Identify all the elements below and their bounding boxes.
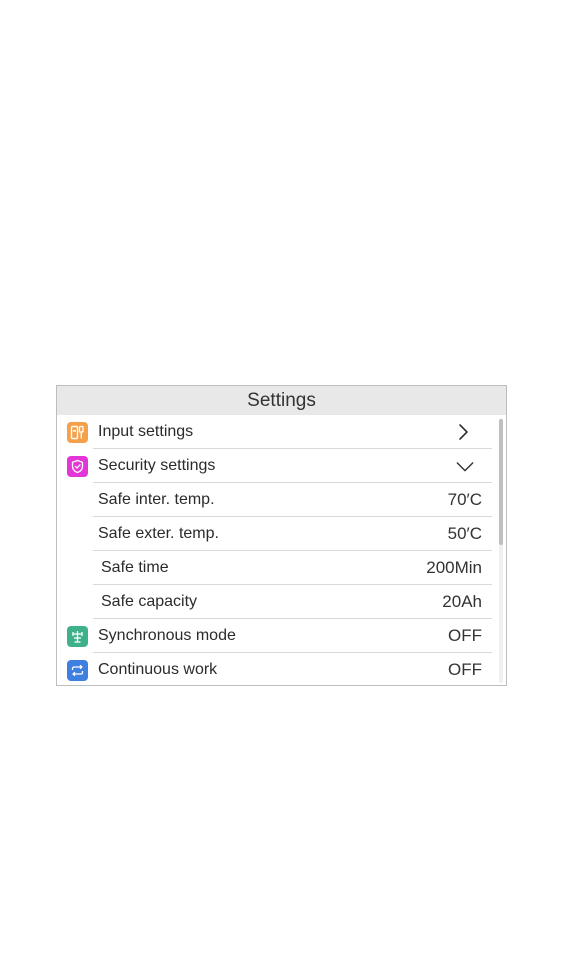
row-safe-exter-temp[interactable]: Safe exter. temp. 50′C (57, 517, 506, 551)
row-value: OFF (448, 626, 482, 645)
row-synchronous-mode[interactable]: Synchronous mode OFF (57, 619, 506, 653)
row-label: Input settings (98, 423, 194, 440)
chevron-right-icon (459, 424, 468, 440)
input-settings-icon (67, 422, 88, 443)
row-security-settings[interactable]: Security settings (57, 449, 506, 483)
row-label: Safe inter. temp. (98, 491, 215, 508)
repeat-icon (67, 660, 88, 681)
chevron-down-icon (456, 462, 474, 472)
panel-header: Settings (57, 386, 506, 415)
sync-mode-icon (67, 626, 88, 647)
settings-panel: Settings Input settings Security setting… (56, 385, 507, 686)
page-title: Settings (247, 389, 316, 411)
row-value: 50′C (447, 524, 482, 543)
row-label: Safe capacity (101, 593, 198, 610)
row-safe-time[interactable]: Safe time 200Min (57, 551, 506, 585)
row-continuous-work[interactable]: Continuous work OFF (57, 653, 506, 685)
row-label: Safe time (101, 559, 169, 576)
row-value: 20Ah (442, 592, 482, 611)
shield-icon (67, 456, 88, 477)
row-label: Continuous work (98, 661, 218, 678)
row-value: 200Min (426, 558, 482, 577)
scrollbar-thumb[interactable] (499, 419, 503, 545)
settings-list: Input settings Security settings Safe in… (57, 415, 506, 685)
row-label: Security settings (98, 457, 216, 474)
row-label: Safe exter. temp. (98, 525, 219, 542)
row-safe-capacity[interactable]: Safe capacity 20Ah (57, 585, 506, 619)
row-safe-inter-temp[interactable]: Safe inter. temp. 70′C (57, 483, 506, 517)
scrollbar[interactable] (499, 419, 503, 683)
row-value: 70′C (447, 490, 482, 509)
row-value: OFF (448, 660, 482, 679)
row-input-settings[interactable]: Input settings (57, 415, 506, 449)
row-label: Synchronous mode (98, 627, 236, 644)
